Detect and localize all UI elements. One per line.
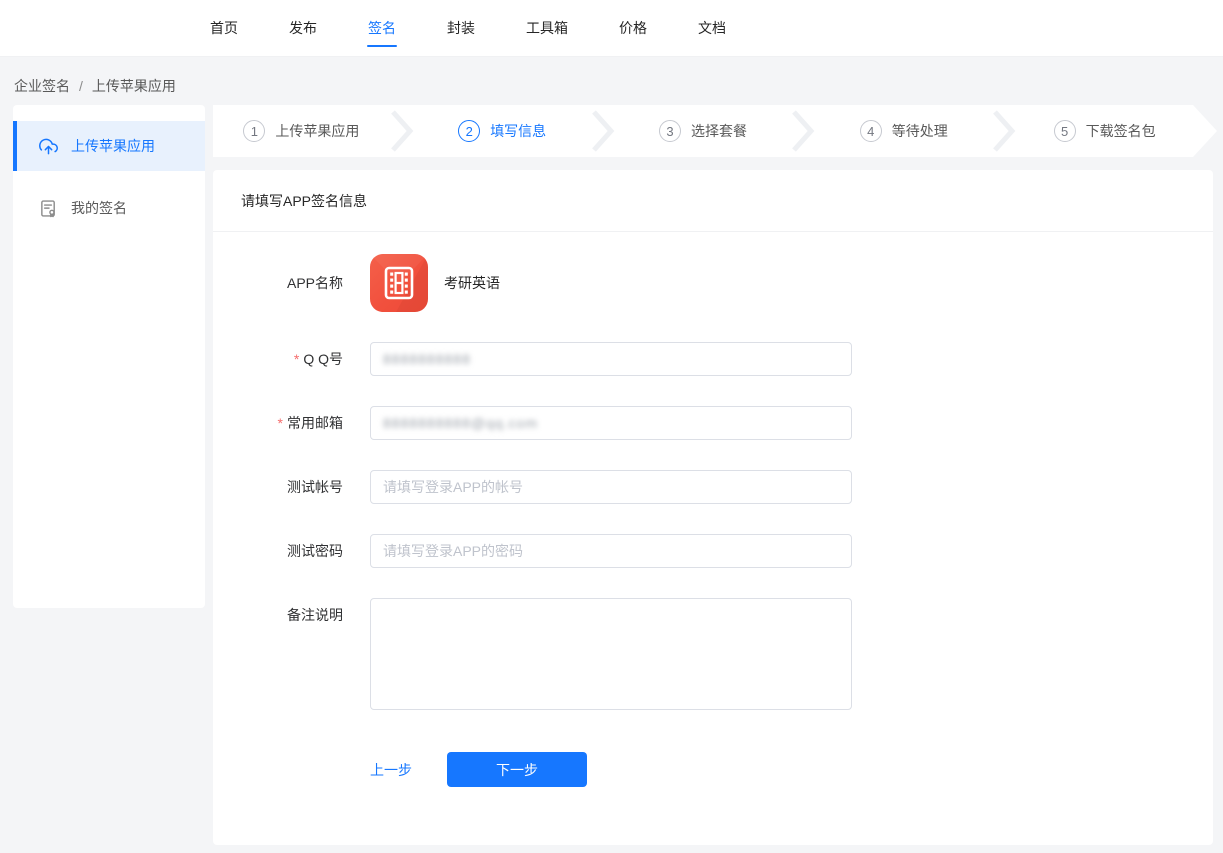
step-number: 5 bbox=[1054, 120, 1076, 142]
email-masked-value: 8888888888@qq.com bbox=[383, 415, 538, 431]
step-label: 下载签名包 bbox=[1086, 121, 1156, 141]
sidebar-item-label: 我的签名 bbox=[71, 198, 127, 218]
step-label: 等待处理 bbox=[892, 121, 948, 141]
chevron-right-icon bbox=[791, 109, 815, 153]
form-row-test-password: 测试密码 bbox=[213, 534, 1213, 568]
required-mark: * bbox=[294, 351, 299, 367]
email-input[interactable]: 8888888888@qq.com bbox=[370, 406, 852, 440]
qq-label: *Q Q号 bbox=[213, 342, 343, 376]
step-number: 4 bbox=[860, 120, 882, 142]
chevron-right-icon bbox=[992, 109, 1016, 153]
test-password-input[interactable] bbox=[370, 534, 852, 568]
step-2-fill-info: 2 填写信息 bbox=[414, 120, 591, 142]
top-nav: 首页 发布 签名 封装 工具箱 价格 文档 bbox=[0, 0, 1223, 57]
movie-app-icon bbox=[370, 254, 428, 312]
breadcrumb: 企业签名 / 上传苹果应用 bbox=[14, 76, 176, 96]
remark-label: 备注说明 bbox=[213, 598, 343, 625]
nav-item-publish[interactable]: 发布 bbox=[289, 18, 317, 38]
step-label: 选择套餐 bbox=[691, 121, 747, 141]
sidebar-item-upload-ios-app[interactable]: 上传苹果应用 bbox=[13, 121, 205, 171]
panel-title: 请填写APP签名信息 bbox=[213, 170, 1213, 232]
form-row-app-name: APP名称 bbox=[213, 254, 1213, 312]
breadcrumb-current: 上传苹果应用 bbox=[92, 78, 176, 94]
nav-item-package[interactable]: 封装 bbox=[447, 18, 475, 38]
nav-item-sign[interactable]: 签名 bbox=[368, 18, 396, 38]
sidebar-item-my-signatures[interactable]: 我的签名 bbox=[13, 183, 205, 233]
nav-item-docs[interactable]: 文档 bbox=[698, 18, 726, 38]
chevron-right-icon bbox=[591, 109, 615, 153]
remark-textarea[interactable] bbox=[370, 598, 852, 710]
step-label: 填写信息 bbox=[490, 121, 546, 141]
app-name-label: APP名称 bbox=[213, 266, 343, 300]
qq-masked-value: 8888888888 bbox=[383, 351, 471, 367]
form-row-test-account: 测试帐号 bbox=[213, 470, 1213, 504]
step-3-choose-plan: 3 选择套餐 bbox=[615, 120, 792, 142]
sign-info-form: APP名称 bbox=[213, 232, 1213, 787]
test-password-label: 测试密码 bbox=[213, 534, 343, 568]
step-1-upload: 1 上传苹果应用 bbox=[213, 120, 390, 142]
signature-doc-icon bbox=[39, 199, 58, 218]
form-row-email: *常用邮箱 8888888888@qq.com bbox=[213, 406, 1213, 440]
main-panel: 请填写APP签名信息 APP名称 bbox=[213, 170, 1213, 845]
qq-input[interactable]: 8888888888 bbox=[370, 342, 852, 376]
steps-bar: 1 上传苹果应用 2 填写信息 3 选择套餐 4 等待处理 5 下载签名包 bbox=[213, 105, 1217, 157]
step-5-download-package: 5 下载签名包 bbox=[1016, 120, 1193, 142]
nav-item-toolbox[interactable]: 工具箱 bbox=[526, 18, 568, 38]
form-row-remark: 备注说明 bbox=[213, 598, 1213, 710]
app-name-value: 考研英语 bbox=[444, 273, 500, 293]
prev-step-link[interactable]: 上一步 bbox=[370, 760, 412, 780]
sidebar: 上传苹果应用 我的签名 bbox=[13, 105, 205, 608]
step-4-wait-processing: 4 等待处理 bbox=[815, 120, 992, 142]
test-account-label: 测试帐号 bbox=[213, 470, 343, 504]
required-mark: * bbox=[278, 415, 283, 431]
breadcrumb-separator: / bbox=[79, 78, 83, 94]
form-actions: 上一步 下一步 bbox=[370, 752, 1213, 787]
sidebar-item-label: 上传苹果应用 bbox=[71, 136, 155, 156]
cloud-upload-icon bbox=[39, 137, 58, 156]
nav-item-price[interactable]: 价格 bbox=[619, 18, 647, 38]
form-row-qq: *Q Q号 8888888888 bbox=[213, 342, 1213, 376]
step-label: 上传苹果应用 bbox=[275, 121, 359, 141]
breadcrumb-parent[interactable]: 企业签名 bbox=[14, 78, 70, 94]
page: 首页 发布 签名 封装 工具箱 价格 文档 企业签名 / 上传苹果应用 上传苹果应用 bbox=[0, 0, 1223, 853]
nav-item-home[interactable]: 首页 bbox=[210, 18, 238, 38]
chevron-right-icon bbox=[390, 109, 414, 153]
step-number: 1 bbox=[243, 120, 265, 142]
email-label: *常用邮箱 bbox=[213, 406, 343, 440]
step-number: 3 bbox=[659, 120, 681, 142]
next-step-button[interactable]: 下一步 bbox=[447, 752, 587, 787]
step-number: 2 bbox=[458, 120, 480, 142]
test-account-input[interactable] bbox=[370, 470, 852, 504]
